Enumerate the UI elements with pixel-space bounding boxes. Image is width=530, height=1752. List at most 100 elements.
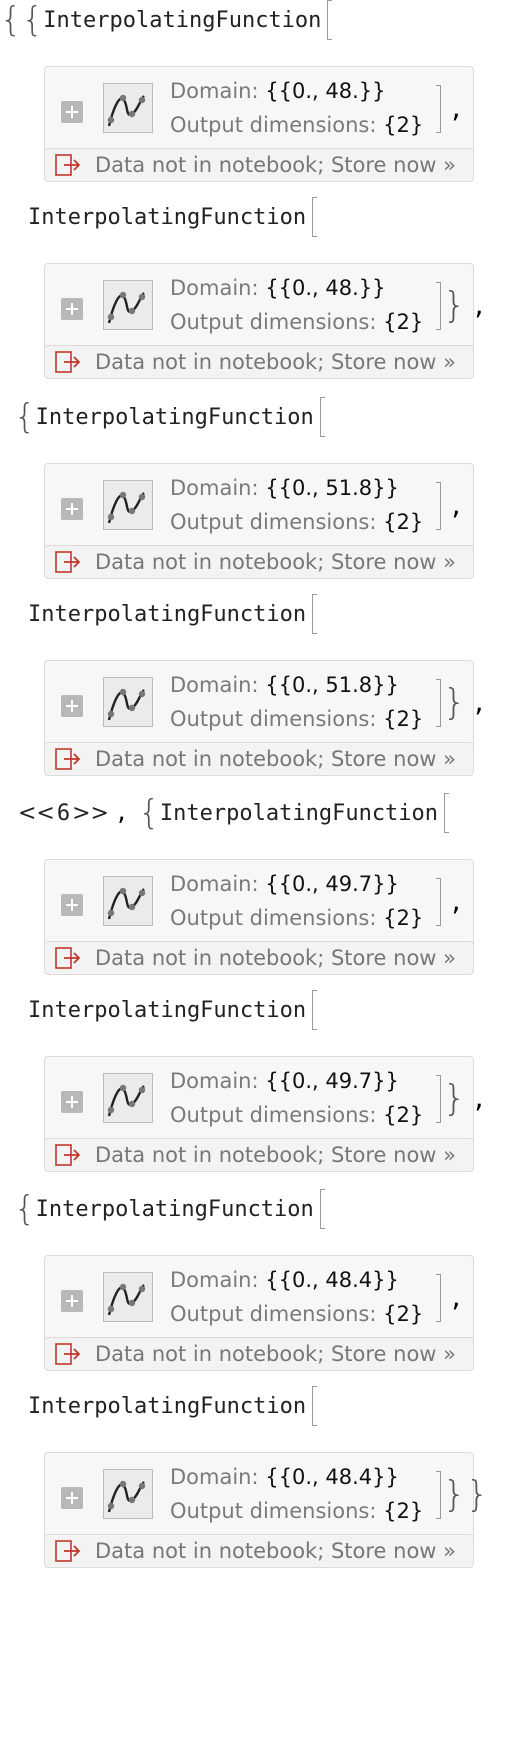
closing-punctuation: , [436, 1273, 463, 1323]
store-data-bar[interactable]: Data not in notebook; Store now » [44, 148, 474, 182]
store-data-icon [45, 154, 81, 176]
interpolating-function-panel: Domain: {{0., 48.}} Output dimensions: {2… [44, 66, 474, 154]
close-bracket [436, 1471, 441, 1519]
plus-icon[interactable] [61, 1487, 83, 1509]
domain-value: {{0., 48.4}} [265, 1268, 399, 1292]
comma: , [471, 292, 487, 320]
interpolating-function-panel: Domain: {{0., 48.4}} Output dimensions: {… [44, 1255, 474, 1343]
store-now-link[interactable]: Data not in notebook; Store now » [95, 550, 456, 574]
store-now-link[interactable]: Data not in notebook; Store now » [95, 1342, 456, 1366]
interpolation-curve-icon [103, 677, 153, 727]
interpolation-curve-icon [103, 480, 153, 530]
close-brace: } [443, 682, 466, 723]
store-now-link[interactable]: Data not in notebook; Store now » [95, 153, 456, 177]
interpolating-function-panel: Domain: {{0., 48.4}} Output dimensions: {… [44, 1452, 474, 1540]
store-now-link[interactable]: Data not in notebook; Store now » [95, 747, 456, 771]
function-head: {{InterpolatingFunction [0, 0, 333, 40]
plus-icon[interactable] [61, 298, 83, 320]
output-dimensions-row: Output dimensions: {2} [170, 113, 423, 137]
omitted-open: << [18, 800, 55, 826]
store-data-icon [45, 947, 81, 969]
domain-label: Domain: [170, 1069, 259, 1093]
interpolation-curve-icon [103, 1272, 153, 1322]
function-name: InterpolatingFunction [28, 601, 307, 627]
interpolating-function-panel: Domain: {{0., 49.7}} Output dimensions: {… [44, 1056, 474, 1144]
domain-row: Domain: {{0., 49.7}} [170, 1069, 399, 1093]
store-now-link[interactable]: Data not in notebook; Store now » [95, 946, 456, 970]
plus-icon[interactable] [61, 894, 83, 916]
comma: , [115, 800, 129, 826]
open-bracket [312, 1386, 318, 1426]
closing-punctuation: , [436, 877, 463, 927]
output-dimensions-label: Output dimensions: [170, 310, 377, 334]
store-data-bar[interactable]: Data not in notebook; Store now » [44, 345, 474, 379]
output-dimensions-row: Output dimensions: {2} [170, 1302, 423, 1326]
output-dimensions-value: {2} [383, 1499, 424, 1523]
closing-punctuation: , [436, 481, 463, 531]
close-bracket [436, 1075, 441, 1123]
domain-value: {{0., 51.8}} [265, 476, 399, 500]
domain-value: {{0., 49.7}} [265, 1069, 399, 1093]
domain-label: Domain: [170, 79, 259, 103]
open-bracket [319, 397, 325, 437]
store-data-bar[interactable]: Data not in notebook; Store now » [44, 742, 474, 776]
store-data-bar[interactable]: Data not in notebook; Store now » [44, 545, 474, 579]
comma: , [449, 1284, 464, 1312]
close-bracket [436, 679, 441, 727]
output-dimensions-label: Output dimensions: [170, 906, 377, 930]
domain-row: Domain: {{0., 48.}} [170, 79, 386, 103]
output-dimensions-row: Output dimensions: {2} [170, 510, 423, 534]
interpolating-function-panel: Domain: {{0., 51.8}} Output dimensions: {… [44, 463, 474, 551]
interpolation-curve-icon [103, 280, 153, 330]
plus-icon[interactable] [61, 498, 83, 520]
domain-value: {{0., 48.}} [265, 276, 386, 300]
store-now-link[interactable]: Data not in notebook; Store now » [95, 350, 456, 374]
domain-row: Domain: {{0., 49.7}} [170, 872, 399, 896]
interpolating-function-panel: Domain: {{0., 48.}} Output dimensions: {2… [44, 263, 474, 351]
close-bracket [436, 282, 441, 330]
output-dimensions-value: {2} [383, 707, 424, 731]
domain-row: Domain: {{0., 48.4}} [170, 1268, 399, 1292]
interpolation-curve-icon [103, 1073, 153, 1123]
store-data-icon [45, 551, 81, 573]
open-bracket [327, 0, 333, 40]
omitted-elements[interactable]: <<6>> [18, 801, 109, 826]
output-dimensions-label: Output dimensions: [170, 1103, 377, 1127]
plus-icon[interactable] [61, 101, 83, 123]
open-brace: {{ [0, 0, 44, 40]
close-bracket [436, 1274, 441, 1322]
output-dimensions-label: Output dimensions: [170, 1302, 377, 1326]
store-now-link[interactable]: Data not in notebook; Store now » [95, 1539, 456, 1563]
comma: , [449, 888, 464, 916]
domain-label: Domain: [170, 476, 259, 500]
function-head: InterpolatingFunction [28, 197, 318, 237]
store-data-bar[interactable]: Data not in notebook; Store now » [44, 1138, 474, 1172]
output-dimensions-value: {2} [383, 1302, 424, 1326]
function-head: InterpolatingFunction [28, 1386, 318, 1426]
function-name: InterpolatingFunction [43, 7, 322, 33]
domain-row: Domain: {{0., 51.8}} [170, 673, 399, 697]
plus-icon[interactable] [61, 1290, 83, 1312]
omitted-close: >> [72, 800, 109, 826]
function-name: InterpolatingFunction [35, 404, 314, 430]
function-name: InterpolatingFunction [159, 800, 439, 826]
interpolation-curve-icon [103, 83, 153, 133]
output-dimensions-value: {2} [383, 906, 424, 930]
closing-punctuation: }, [436, 678, 486, 728]
interpolation-curve-icon [103, 876, 153, 926]
comma: , [449, 492, 464, 520]
domain-label: Domain: [170, 872, 259, 896]
store-data-bar[interactable]: Data not in notebook; Store now » [44, 941, 474, 975]
store-data-icon [45, 351, 81, 373]
store-now-link[interactable]: Data not in notebook; Store now » [95, 1143, 456, 1167]
omitted-count: 6 [56, 800, 71, 826]
open-brace: { [14, 397, 36, 437]
store-data-bar[interactable]: Data not in notebook; Store now » [44, 1534, 474, 1568]
domain-value: {{0., 49.7}} [265, 872, 399, 896]
function-name: InterpolatingFunction [28, 997, 307, 1023]
output-dimensions-label: Output dimensions: [170, 707, 377, 731]
plus-icon[interactable] [61, 695, 83, 717]
store-data-bar[interactable]: Data not in notebook; Store now » [44, 1337, 474, 1371]
closing-punctuation: }, [436, 281, 486, 331]
plus-icon[interactable] [61, 1091, 83, 1113]
